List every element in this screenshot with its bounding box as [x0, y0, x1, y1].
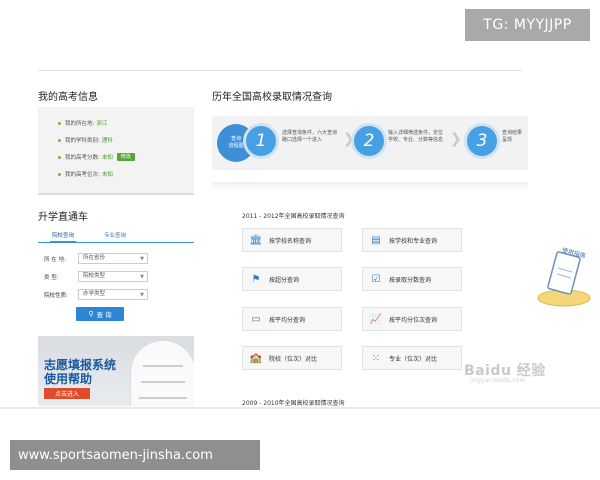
- info-label: 我的所在地:: [65, 121, 95, 127]
- info-value: 未知: [101, 155, 113, 161]
- shelf: [139, 397, 187, 399]
- step-2-circle: 2: [354, 126, 384, 156]
- dropdown-arrow-icon: ▼: [140, 292, 144, 298]
- query-by-average-rank-button[interactable]: 📈 按平均分位次查询: [362, 307, 462, 331]
- info-value: 未知: [101, 172, 113, 178]
- enter-button[interactable]: 点击进入: [44, 388, 90, 399]
- info-label: 我的高考分数:: [65, 155, 100, 161]
- province-select[interactable]: 所在省份 ▼: [78, 253, 148, 264]
- school-nature-select[interactable]: 办学类型 ▼: [78, 289, 148, 300]
- info-row-location: 我的所在地: 浙江: [58, 119, 107, 127]
- my-exam-info-panel: 我的所在地: 浙江 我的学科类别: 理科 我的高考分数: 未知 修改 我的高考位…: [38, 107, 194, 195]
- info-label: 我的高考位次:: [65, 172, 100, 178]
- form-row-location: 所 在 地: 所在省份 ▼: [44, 253, 148, 264]
- divider: [212, 182, 528, 190]
- query-tabs: 院校查询 专业查询: [38, 229, 194, 243]
- button-label: 院校（位次）对比: [269, 355, 318, 363]
- bottom-divider: [0, 407, 600, 409]
- my-exam-info-title: 我的高考信息: [38, 92, 98, 103]
- bullet-icon: [58, 172, 61, 176]
- major-rank-compare-button[interactable]: ⁙ 专业（位次）对比: [362, 346, 462, 370]
- button-label: 专业（位次）对比: [389, 355, 438, 363]
- banner-subtitle: 使用帮助: [44, 372, 93, 386]
- select-value: 所在省份: [83, 255, 106, 261]
- query-by-average-score-button[interactable]: ▭ 按平均分查询: [242, 307, 342, 331]
- button-label: 按学校和专业查询: [389, 237, 438, 245]
- query-by-school-name-button[interactable]: 🏛 按学校名称查询: [242, 228, 342, 252]
- button-label: 按录取分数查询: [389, 276, 432, 284]
- query-by-school-major-button[interactable]: ▤ 按学校和专业查询: [362, 228, 462, 252]
- chevron-right-icon: ❯: [343, 131, 355, 147]
- query-by-over-score-button[interactable]: ⚑ 按超分查询: [242, 267, 342, 291]
- flag-icon: ⚑: [251, 273, 261, 285]
- info-row-rank: 我的高考位次: 未知: [58, 170, 113, 178]
- building-icon: 🏛: [249, 234, 263, 246]
- bullet-icon: [58, 138, 61, 142]
- school-type-select[interactable]: 院校类型 ▼: [78, 271, 148, 282]
- dropdown-arrow-icon: ▼: [140, 256, 144, 262]
- query-flowchart: 查询 流程图 1 选择查询条件，六大查询路口选择一个进入 ❯ 2 输入详细筛选条…: [212, 116, 528, 170]
- field-label: 类 型:: [44, 274, 59, 281]
- section-2009-2010-title: 2009 - 2010年全国高校录取情况查询: [242, 400, 345, 407]
- trend-chart-icon: 📈: [369, 313, 383, 325]
- query-button[interactable]: ⚲ 查 询: [76, 307, 124, 321]
- button-label: 按学校名称查询: [269, 237, 312, 245]
- search-icon: ⚲: [88, 310, 94, 318]
- school-icon: 🏫: [249, 352, 263, 364]
- tab-school-query[interactable]: 院校查询: [49, 231, 77, 243]
- button-label: 按平均分位次查询: [389, 316, 438, 324]
- step-3-text: 查询结果呈现: [502, 130, 523, 143]
- shelf: [143, 365, 183, 367]
- query-button-label: 查 询: [96, 311, 112, 319]
- info-row-score: 我的高考分数: 未知 修改: [58, 153, 135, 161]
- select-value: 院校类型: [83, 273, 106, 279]
- step-1-circle: 1: [246, 126, 276, 156]
- info-value: 浙江: [96, 121, 108, 127]
- bullet-icon: [58, 121, 61, 125]
- top-divider: [38, 70, 522, 71]
- volunteer-system-help-banner[interactable]: 志愿填报系统 使用帮助 点击进入: [38, 336, 194, 406]
- field-label: 所 在 地:: [44, 256, 66, 263]
- shelf: [141, 381, 185, 383]
- form-row-nature: 院校性质: 办学类型 ▼: [44, 289, 148, 300]
- modify-score-button[interactable]: 修改: [116, 153, 135, 161]
- school-rank-compare-button[interactable]: 🏫 院校（位次）对比: [242, 346, 342, 370]
- tab-major-query[interactable]: 专业查询: [104, 231, 126, 239]
- form-row-type: 类 型: 院校类型 ▼: [44, 271, 148, 282]
- field-label: 院校性质:: [44, 292, 68, 299]
- step-2-text: 输入详细筛选条件，定位学校、专业、分数等信息: [388, 130, 444, 143]
- bullet-icon: [58, 155, 61, 159]
- document-icon: ▤: [371, 234, 381, 246]
- admission-express-title: 升学直通车: [38, 212, 88, 223]
- button-label: 按平均分查询: [269, 316, 306, 324]
- admission-query-title: 历年全国高校录取情况查询: [212, 92, 332, 103]
- chevron-right-icon: ❯: [450, 131, 462, 147]
- head-illustration: [130, 340, 194, 406]
- site-watermark: www.sportsaomen-jinsha.com: [10, 440, 260, 470]
- step-3-circle: 3: [467, 126, 497, 156]
- dropdown-arrow-icon: ▼: [140, 274, 144, 280]
- watermark-label: TG: MYYJJPP: [465, 9, 590, 41]
- query-by-admission-score-button[interactable]: ☑ 按录取分数查询: [362, 267, 462, 291]
- checkbox-icon: ☑: [371, 273, 381, 285]
- baidu-url: jingyan.baidu.com: [470, 377, 526, 384]
- info-label: 我的学科类别:: [65, 138, 100, 144]
- step-1-text: 选择查询条件，六大查询路口选择一个进入: [282, 130, 338, 143]
- grid-icon: ⁙: [371, 352, 381, 364]
- monitor-icon: ▭: [251, 313, 261, 325]
- section-2011-2012-title: 2011 - 2012年全国高校录取情况查询: [242, 213, 345, 220]
- button-label: 按超分查询: [269, 276, 300, 284]
- info-row-subject: 我的学科类别: 理科: [58, 136, 113, 144]
- info-value: 理科: [101, 138, 113, 144]
- select-value: 办学类型: [83, 291, 106, 297]
